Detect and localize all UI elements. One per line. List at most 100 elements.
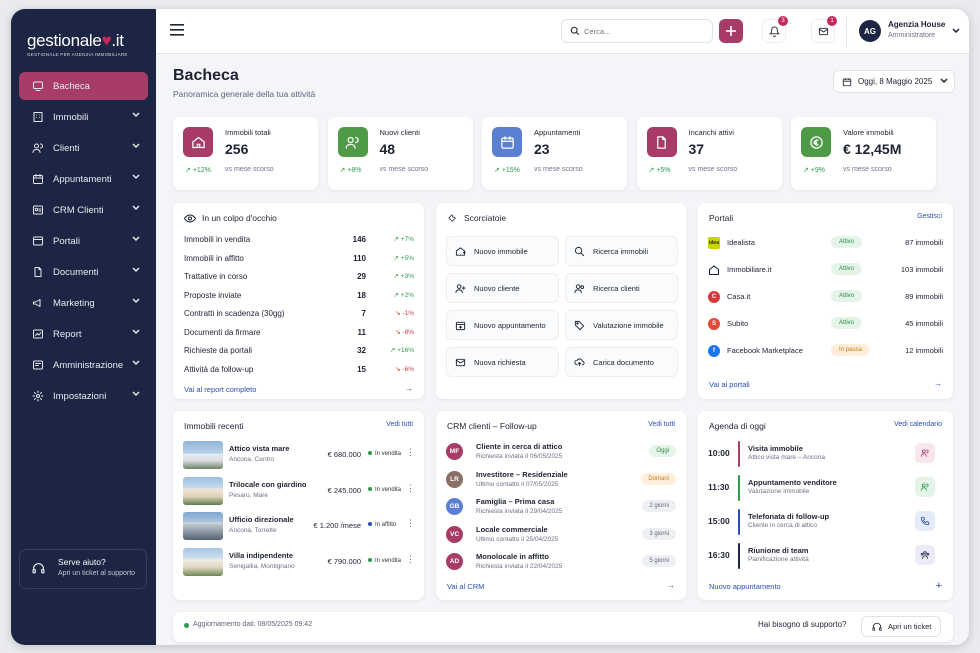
sidebar-item-report[interactable]: Report [19, 320, 148, 348]
home-icon [191, 136, 205, 148]
metric-change: ↗ +5% [393, 254, 414, 262]
shortcut-nuovo-immobile[interactable]: Nuovo immobile [446, 236, 559, 266]
arrow-right-icon[interactable]: → [405, 384, 413, 393]
crm-row[interactable]: LR Investitore – Residenziale Ultimo con… [446, 469, 676, 499]
shortcut-carica-documento[interactable]: Carica documento [565, 347, 678, 377]
open-ticket-button[interactable]: Apri un ticket [861, 616, 941, 637]
agenda-row[interactable]: 15:00 Telefonata di follow-up Cliente in… [708, 509, 940, 539]
ticket-label: Apri un ticket [888, 622, 932, 631]
manage-portals-link[interactable]: Gestisci [917, 213, 942, 220]
sidebar-item-bacheca[interactable]: Bacheca [19, 72, 148, 100]
property-row[interactable]: Attico vista mare Ancona, Centro € 680.0… [183, 441, 415, 471]
appointment-title: Riunione di team [748, 546, 809, 555]
appointment-action[interactable] [915, 443, 935, 463]
sidebar-item-clienti[interactable]: Clienti [19, 134, 148, 162]
crm-row[interactable]: AD Monolocale in affitto Richiesta invia… [446, 551, 676, 581]
crm-row[interactable]: GB Famiglia – Prima casa Richiesta invia… [446, 496, 676, 526]
overview-title: In un colpo d'occhio [202, 213, 277, 223]
sidebar-item-label: Impostazioni [53, 390, 107, 402]
property-row[interactable]: Ufficio direzionale Ancona, Torrette € 1… [183, 512, 415, 542]
appointment-action[interactable] [915, 545, 935, 565]
agenda-row[interactable]: 11:30 Appuntamento venditore Valutazione… [708, 475, 940, 505]
brand-logo[interactable]: gestionale♥.it GESTIONALE PER AGENZIA IM… [27, 31, 128, 57]
sidebar-item-crm-clienti[interactable]: CRM Clienti [19, 196, 148, 224]
portal-name: Casa.it [727, 292, 751, 301]
date-picker[interactable]: Oggi, 8 Maggio 2025 [833, 70, 955, 93]
sidebar-item-label: Report [53, 328, 82, 340]
overview-row: Documenti da firmare 11 ↘ -8% [184, 328, 414, 346]
menu-icon[interactable] [170, 24, 184, 36]
crm-link[interactable]: Vai al CRM [447, 582, 484, 591]
sidebar-item-immobili[interactable]: Immobili [19, 103, 148, 131]
stat-change-value: +15% [501, 167, 520, 174]
crm-row[interactable]: VC Locale commerciale Ultimo contatto il… [446, 524, 676, 554]
followup-badge: 5 giorni [642, 555, 676, 567]
stat-card[interactable]: Appuntamenti 23 ↗ +15% vs mese scorso [482, 117, 627, 190]
stat-card[interactable]: Incarichi attivi 37 ↗ +5% vs mese scorso [636, 117, 782, 190]
calendar-icon [500, 135, 514, 149]
portal-row[interactable]: S Subito Attivo 45 immobili [708, 317, 943, 337]
property-location: Ancona, Torrette [229, 527, 277, 534]
chevron-down-icon [132, 112, 140, 118]
agenda-row[interactable]: 16:30 Riunione di team Pianificazione at… [708, 543, 940, 573]
recent-view-all-link[interactable]: Vedi tutti [386, 421, 413, 428]
more-options-icon[interactable]: ⋮ [406, 447, 415, 458]
appointment-action[interactable] [915, 477, 935, 497]
new-appointment-link[interactable]: Nuovo appuntamento [709, 582, 781, 591]
stat-compare: vs mese scorso [843, 166, 892, 173]
help-box[interactable]: Serve aiuto? Apri un ticket al supporto [19, 549, 147, 589]
more-options-icon[interactable]: ⋮ [406, 518, 415, 529]
sidebar-item-documenti[interactable]: Documenti [19, 258, 148, 286]
sidebar-item-amministrazione[interactable]: Amministrazione [19, 351, 148, 379]
appointment-action[interactable] [915, 511, 935, 531]
shortcut-ricerca-immobili[interactable]: Ricerca immobili [565, 236, 678, 266]
property-row[interactable]: Trilocale con giardino Pesaro, Mare € 24… [183, 476, 415, 507]
sidebar-item-portali[interactable]: Portali [19, 227, 148, 255]
metric-change-value: +2% [400, 291, 414, 299]
arrow-right-icon[interactable]: → [934, 379, 942, 388]
stat-card[interactable]: Immobili totali 256 ↗ +12% vs mese scors… [173, 117, 318, 190]
property-price: € 1.200 /mese [313, 521, 361, 530]
metric-change-value: +7% [400, 236, 414, 243]
portal-row[interactable]: idea Idealista Attivo 87 immobili [708, 236, 943, 256]
notifications-button[interactable]: 3 [762, 16, 788, 43]
crm-view-all-link[interactable]: Vedi tutti [648, 421, 675, 428]
stat-card[interactable]: Nuovi clienti 48 ↗ +8% vs mese scorso [327, 117, 473, 190]
shortcut-nuova-richiesta[interactable]: Nuova richiesta [446, 347, 559, 377]
portals-link[interactable]: Vai ai portali [709, 380, 750, 389]
sidebar-item-impostazioni[interactable]: Impostazioni [19, 382, 148, 410]
messages-button[interactable]: 1 [811, 16, 837, 43]
crm-row[interactable]: MF Cliente in cerca di attico Richiesta … [446, 441, 676, 471]
appointment-time: 15:00 [708, 516, 730, 526]
sidebar-item-marketing[interactable]: Marketing [19, 289, 148, 317]
search-input[interactable] [584, 24, 704, 39]
appointment-bar [738, 509, 740, 535]
metric-change: ↘ -6% [395, 365, 414, 373]
add-button[interactable] [719, 19, 743, 43]
agenda-row[interactable]: 10:00 Visita immobile Attico vista mare … [708, 441, 940, 471]
report-link[interactable]: Vai al report completo [184, 385, 256, 394]
portal-row[interactable]: C Casa.it Attivo 89 immobili [708, 290, 943, 310]
calendar-icon [31, 172, 45, 186]
topbar: 3 1 AG Agenzia House Amministratore [156, 9, 969, 54]
calendar-link[interactable]: Vedi calendario [894, 421, 942, 428]
shortcut-ricerca-clienti[interactable]: Ricerca clienti [565, 273, 678, 303]
tag-icon [574, 320, 585, 331]
sidebar-item-appuntamenti[interactable]: Appuntamenti [19, 165, 148, 193]
portal-row[interactable]: Immobiliare.it Attivo 103 immobili [708, 263, 943, 283]
portal-row[interactable]: f Facebook Marketplace In pausa 12 immobi… [708, 344, 943, 364]
shortcut-valutazione-immobile[interactable]: Valutazione immobile [565, 310, 678, 340]
arrow-right-icon[interactable]: → [667, 581, 675, 590]
overview-row: Immobili in vendita 146 ↗ +7% [184, 235, 414, 253]
client-subtitle: Richiesta inviata il 29/04/2025 [476, 508, 563, 515]
more-options-icon[interactable]: ⋮ [406, 554, 415, 565]
shortcut-nuovo-appuntamento[interactable]: Nuovo appuntamento [446, 310, 559, 340]
chevron-down-icon [952, 28, 960, 34]
plus-icon[interactable]: + [936, 580, 942, 592]
users-search-icon [574, 283, 585, 293]
more-options-icon[interactable]: ⋮ [406, 483, 415, 494]
shortcut-nuovo-cliente[interactable]: Nuovo cliente [446, 273, 559, 303]
property-row[interactable]: Villa indipendente Senigallia, Montignan… [183, 547, 415, 578]
user-menu[interactable]: AG Agenzia House Amministratore [846, 17, 964, 47]
stat-card[interactable]: Valore immobili € 12,45M ↗ +9% vs mese s… [791, 117, 936, 190]
